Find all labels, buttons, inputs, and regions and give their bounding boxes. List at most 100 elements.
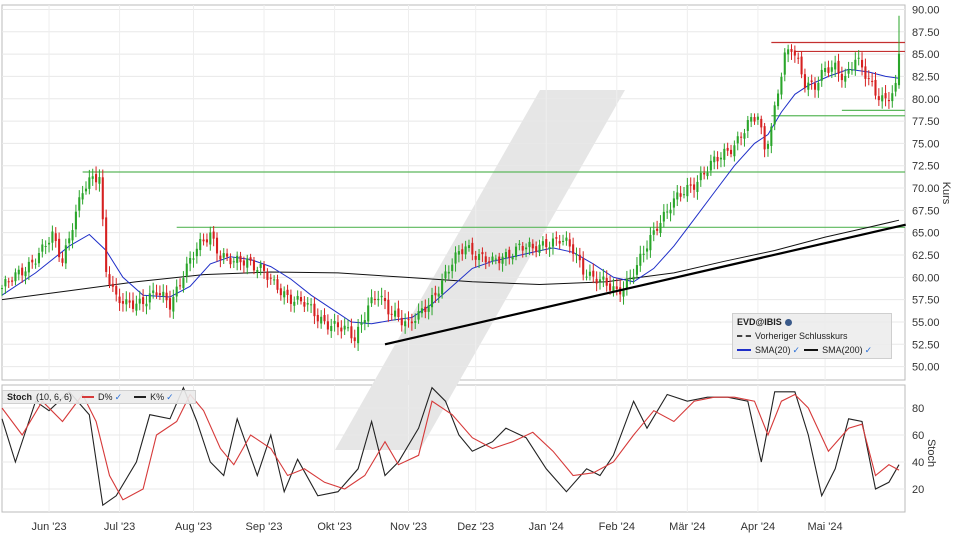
candle-body[interactable]	[414, 320, 417, 323]
candle-body[interactable]	[871, 80, 874, 82]
candle-body[interactable]	[299, 297, 303, 302]
candle-body[interactable]	[793, 50, 796, 56]
candle-body[interactable]	[488, 261, 491, 263]
candle-body[interactable]	[64, 245, 67, 264]
candle-body[interactable]	[326, 321, 329, 330]
candle-body[interactable]	[286, 289, 289, 295]
candle-body[interactable]	[615, 286, 618, 290]
sma20-check-icon[interactable]: ✓	[793, 343, 801, 357]
candle-body[interactable]	[575, 254, 578, 256]
candle-body[interactable]	[441, 280, 444, 295]
candle-body[interactable]	[276, 279, 279, 290]
candle-body[interactable]	[760, 118, 763, 128]
candle-body[interactable]	[350, 326, 353, 339]
candle-body[interactable]	[689, 184, 692, 186]
candle-body[interactable]	[179, 285, 182, 287]
candle-body[interactable]	[215, 237, 219, 254]
candle-body[interactable]	[535, 246, 538, 252]
candle-body[interactable]	[881, 95, 884, 102]
candle-body[interactable]	[11, 280, 14, 282]
candle-body[interactable]	[417, 311, 420, 320]
candle-body[interactable]	[390, 313, 393, 315]
candle-body[interactable]	[242, 260, 245, 266]
candle-body[interactable]	[135, 303, 138, 311]
candle-body[interactable]	[555, 237, 558, 239]
candle-body[interactable]	[363, 320, 366, 323]
candle-body[interactable]	[780, 76, 783, 95]
candle-body[interactable]	[763, 126, 766, 150]
candle-body[interactable]	[800, 56, 803, 75]
candle-body[interactable]	[101, 177, 104, 220]
candle-body[interactable]	[827, 67, 830, 73]
candle-body[interactable]	[310, 304, 313, 306]
candle-body[interactable]	[770, 126, 773, 146]
candle-body[interactable]	[115, 286, 118, 295]
candle-body[interactable]	[733, 145, 736, 157]
candle-body[interactable]	[353, 337, 356, 342]
candle-body[interactable]	[78, 197, 81, 211]
candle-body[interactable]	[874, 79, 877, 96]
candle-body[interactable]	[98, 177, 101, 184]
candle-body[interactable]	[373, 298, 376, 301]
candle-body[interactable]	[340, 327, 343, 332]
candle-body[interactable]	[357, 326, 360, 344]
candle-body[interactable]	[551, 238, 555, 247]
candle-body[interactable]	[562, 240, 565, 242]
candle-body[interactable]	[31, 259, 34, 263]
candle-body[interactable]	[531, 243, 534, 249]
candle-body[interactable]	[508, 249, 511, 258]
price-legend[interactable]: EVD@IBIS Vorheriger Schlusskurs SMA(20) …	[732, 313, 892, 359]
candle-body[interactable]	[525, 247, 528, 250]
candle-body[interactable]	[420, 308, 423, 314]
candle-body[interactable]	[461, 249, 464, 255]
candle-body[interactable]	[175, 286, 178, 297]
candle-body[interactable]	[686, 184, 689, 197]
candle-body[interactable]	[719, 157, 722, 160]
candle-body[interactable]	[528, 241, 531, 248]
candle-body[interactable]	[797, 57, 800, 59]
candle-body[interactable]	[635, 265, 638, 275]
candle-body[interactable]	[861, 59, 864, 68]
candle-body[interactable]	[538, 244, 541, 253]
candle-body[interactable]	[696, 181, 699, 192]
candle-body[interactable]	[226, 253, 229, 257]
candle-body[interactable]	[320, 316, 323, 324]
candle-body[interactable]	[279, 288, 282, 296]
candle-body[interactable]	[394, 310, 397, 317]
candle-body[interactable]	[682, 194, 686, 196]
candle-body[interactable]	[27, 261, 30, 273]
candle-body[interactable]	[192, 258, 195, 260]
candle-body[interactable]	[454, 252, 457, 264]
candle-body[interactable]	[699, 172, 702, 181]
candle-body[interactable]	[259, 263, 262, 268]
candle-body[interactable]	[783, 52, 786, 75]
candle-body[interactable]	[289, 294, 292, 304]
candle-body[interactable]	[457, 251, 460, 255]
candle-body[interactable]	[158, 293, 161, 296]
candle-body[interactable]	[330, 325, 333, 332]
candle-body[interactable]	[37, 253, 40, 264]
candle-body[interactable]	[377, 298, 380, 301]
candle-body[interactable]	[380, 295, 383, 298]
candle-body[interactable]	[729, 149, 733, 155]
candle-body[interactable]	[427, 305, 430, 312]
candle-body[interactable]	[572, 244, 575, 254]
k-check-icon[interactable]: ✓	[166, 391, 174, 404]
candle-body[interactable]	[397, 308, 400, 318]
candle-body[interactable]	[521, 245, 524, 251]
candle-body[interactable]	[249, 257, 252, 261]
candle-body[interactable]	[703, 172, 706, 175]
candle-body[interactable]	[803, 74, 806, 88]
candle-body[interactable]	[296, 295, 299, 300]
candle-body[interactable]	[625, 278, 628, 289]
candle-body[interactable]	[726, 147, 729, 151]
candle-body[interactable]	[306, 303, 309, 305]
candle-body[interactable]	[834, 62, 837, 70]
candle-body[interactable]	[518, 243, 521, 246]
candle-body[interactable]	[165, 292, 168, 301]
candle-body[interactable]	[145, 303, 148, 307]
candle-body[interactable]	[95, 174, 98, 183]
candle-body[interactable]	[219, 255, 222, 260]
settings-icon[interactable]	[784, 318, 792, 326]
candle-body[interactable]	[256, 270, 259, 273]
